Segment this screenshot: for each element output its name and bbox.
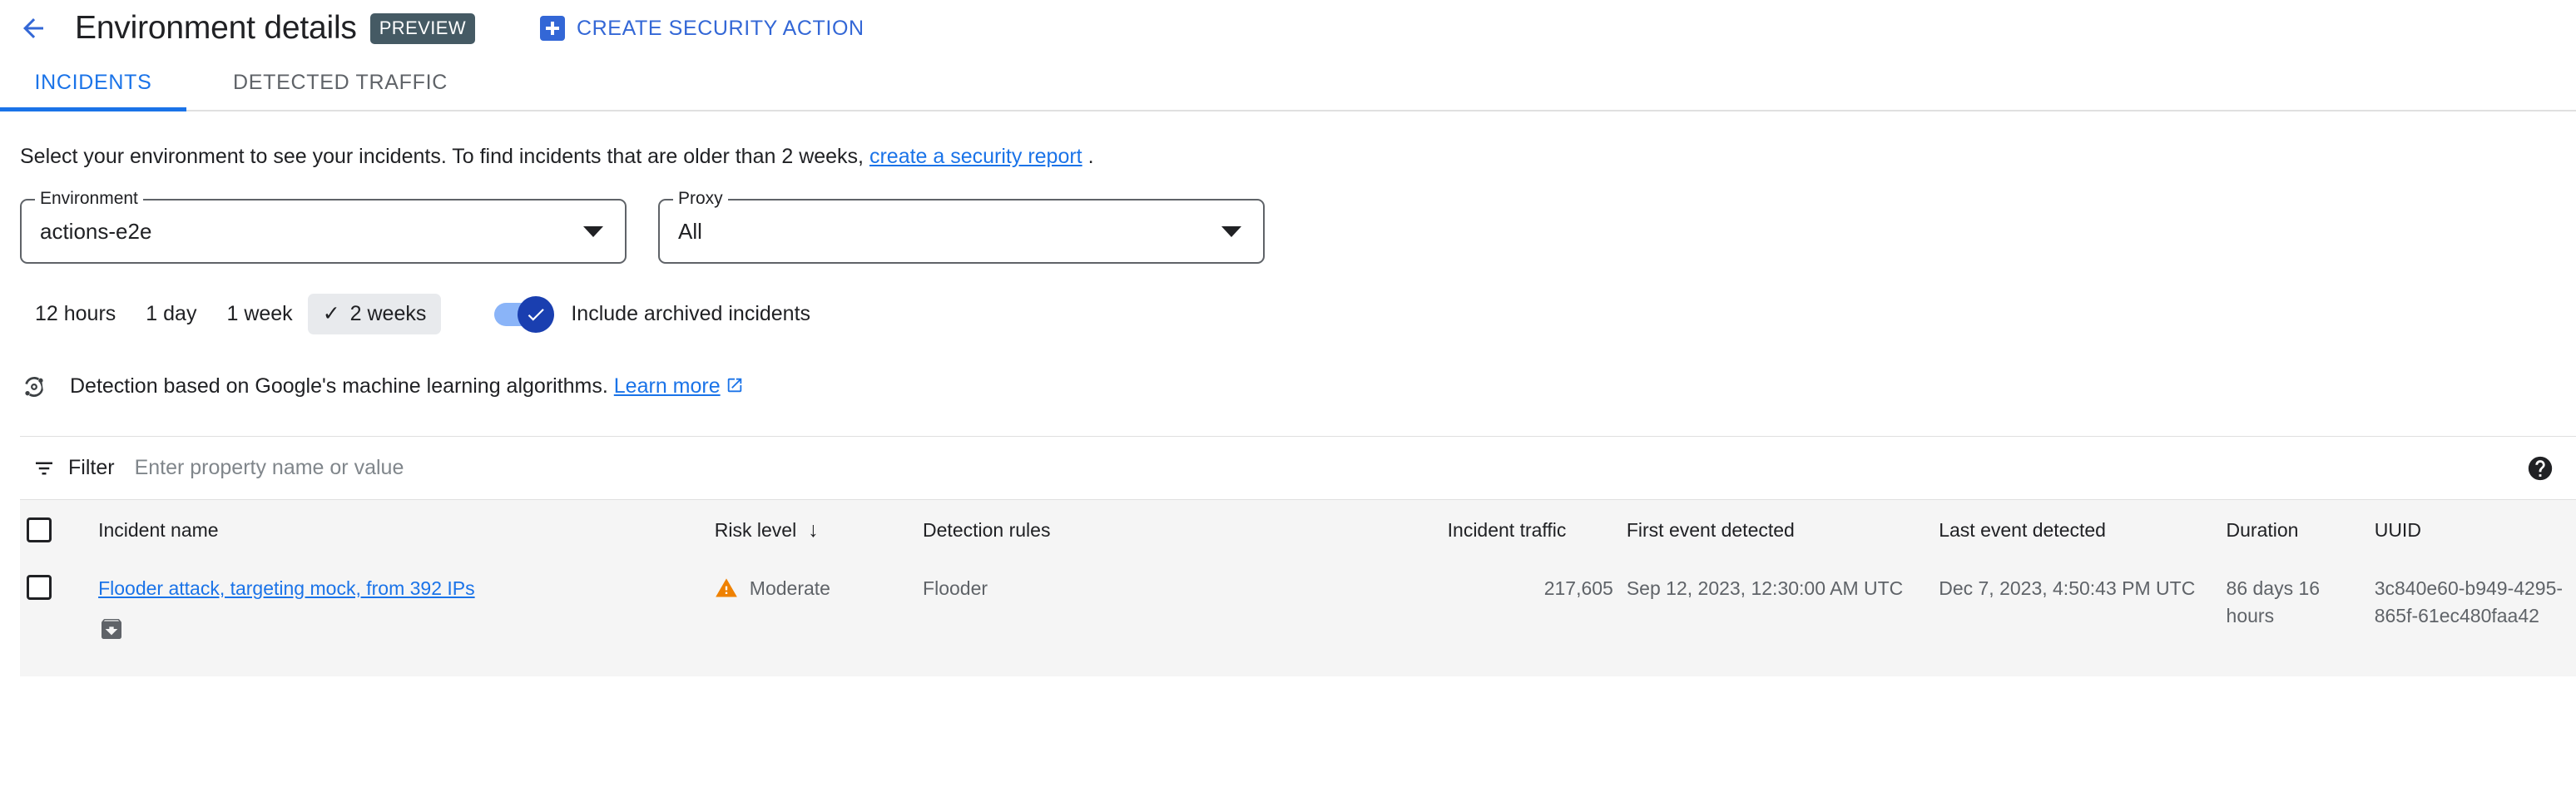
risk-level-label: Moderate (750, 575, 830, 602)
proxy-select-value: All (678, 219, 702, 245)
tab-incidents-label: INCIDENTS (34, 71, 151, 95)
learn-more-link[interactable]: Learn more (614, 374, 721, 398)
arrow-back-icon (18, 13, 48, 43)
time-range-2-weeks[interactable]: ✓ 2 weeks (308, 294, 442, 334)
column-header-incident-traffic[interactable]: Incident traffic (1441, 500, 1620, 560)
tab-detected-traffic[interactable]: DETECTED TRAFFIC (216, 55, 464, 110)
table-header-row: Incident name Risk level ↓ Detection rule… (20, 500, 2576, 560)
filter-input[interactable] (133, 455, 1298, 481)
help-icon[interactable] (2526, 454, 2554, 483)
app-header: Environment details PREVIEW CREATE SECUR… (0, 0, 2576, 57)
page-content: Select your environment to see your inci… (0, 111, 2576, 676)
chevron-down-icon (583, 226, 603, 237)
filter-label: Filter (68, 456, 115, 480)
environment-select-label: Environment (35, 190, 143, 207)
include-archived-toggle[interactable]: Include archived incidents (494, 302, 810, 326)
selectors-row: Environment actions-e2e Proxy All (20, 199, 2576, 264)
warning-triangle-icon (715, 577, 738, 600)
ml-detection-notice: Detection based on Google's machine lear… (20, 373, 2576, 401)
proxy-select-label: Proxy (673, 190, 728, 207)
cell-uuid: 3c840e60-b949-4295-865f-61ec480faa42 (2368, 560, 2576, 676)
cell-risk-level: Moderate (708, 560, 916, 676)
environment-select-value: actions-e2e (40, 219, 151, 245)
incidents-table: Incident name Risk level ↓ Detection rule… (20, 500, 2576, 676)
cell-last-event-detected: Dec 7, 2023, 4:50:43 PM UTC (1932, 560, 2219, 676)
time-range-12-hours-label: 12 hours (35, 302, 116, 326)
column-header-first-event-detected[interactable]: First event detected (1620, 500, 1932, 560)
archive-icon[interactable] (98, 616, 125, 642)
page-title: Environment details (75, 10, 357, 47)
incidents-table-card: Filter Incident name Ri (20, 436, 2576, 676)
cell-incident-traffic: 217,605 (1441, 560, 1620, 676)
filter-list-icon (32, 456, 57, 481)
back-button[interactable] (10, 5, 57, 52)
tab-bar: INCIDENTS DETECTED TRAFFIC (0, 57, 2576, 111)
ml-detection-notice-text: Detection based on Google's machine lear… (70, 374, 744, 400)
intro-text: Select your environment to see your inci… (20, 111, 2576, 167)
toggle-track[interactable] (494, 303, 547, 326)
ml-notice-body: Detection based on Google's machine lear… (70, 374, 608, 398)
column-header-detection-rules[interactable]: Detection rules (916, 500, 1441, 560)
time-range-1-day[interactable]: 1 day (131, 294, 211, 334)
create-security-action-label: CREATE SECURITY ACTION (577, 17, 864, 41)
time-range-1-week[interactable]: 1 week (211, 294, 307, 334)
tab-incidents[interactable]: INCIDENTS (0, 55, 186, 110)
column-header-uuid[interactable]: UUID (2368, 500, 2576, 560)
table-body: Flooder attack, targeting mock, from 392… (20, 560, 2576, 676)
select-all-header (20, 500, 92, 560)
risk-level-badge: Moderate (715, 575, 909, 602)
tab-detected-traffic-label: DETECTED TRAFFIC (233, 71, 448, 95)
create-security-report-link[interactable]: create a security report (869, 145, 1082, 168)
time-range-2-weeks-label: 2 weeks (350, 302, 427, 326)
create-security-action-button[interactable]: CREATE SECURITY ACTION (540, 16, 864, 41)
intro-text-after: . (1088, 145, 1094, 168)
proxy-select[interactable]: Proxy All (658, 199, 1265, 264)
environment-select[interactable]: Environment actions-e2e (20, 199, 627, 264)
chevron-down-icon (1221, 226, 1241, 237)
add-box-icon (540, 16, 565, 41)
column-header-duration[interactable]: Duration (2220, 500, 2368, 560)
column-header-incident-name[interactable]: Incident name (92, 500, 708, 560)
time-range-chips: 12 hours 1 day 1 week ✓ 2 weeks Include … (20, 294, 2576, 334)
preview-badge: PREVIEW (370, 13, 475, 44)
time-range-1-week-label: 1 week (226, 302, 292, 326)
open-in-new-icon (726, 376, 744, 400)
row-select-cell (20, 560, 92, 676)
column-header-last-event-detected[interactable]: Last event detected (1932, 500, 2219, 560)
intro-text-before: Select your environment to see your inci… (20, 145, 864, 168)
toggle-knob (518, 296, 554, 333)
table-row[interactable]: Flooder attack, targeting mock, from 392… (20, 560, 2576, 676)
time-range-1-day-label: 1 day (146, 302, 196, 326)
ml-model-icon (20, 373, 48, 401)
cell-detection-rules: Flooder (916, 560, 1441, 676)
cell-duration: 86 days 16 hours (2220, 560, 2368, 676)
check-icon: ✓ (323, 304, 340, 324)
sort-descending-icon: ↓ (808, 518, 819, 542)
table-filter-bar: Filter (20, 437, 2576, 500)
time-range-12-hours[interactable]: 12 hours (20, 294, 131, 334)
row-select-checkbox[interactable] (27, 575, 52, 600)
cell-first-event-detected: Sep 12, 2023, 12:30:00 AM UTC (1620, 560, 1932, 676)
table-header: Incident name Risk level ↓ Detection rule… (20, 500, 2576, 560)
include-archived-toggle-label: Include archived incidents (571, 302, 810, 326)
column-header-risk-level[interactable]: Risk level ↓ (708, 500, 916, 560)
column-header-risk-level-label: Risk level (715, 519, 796, 541)
incident-name-link[interactable]: Flooder attack, targeting mock, from 392… (98, 577, 475, 599)
cell-incident-name: Flooder attack, targeting mock, from 392… (92, 560, 708, 676)
select-all-checkbox[interactable] (27, 517, 52, 542)
